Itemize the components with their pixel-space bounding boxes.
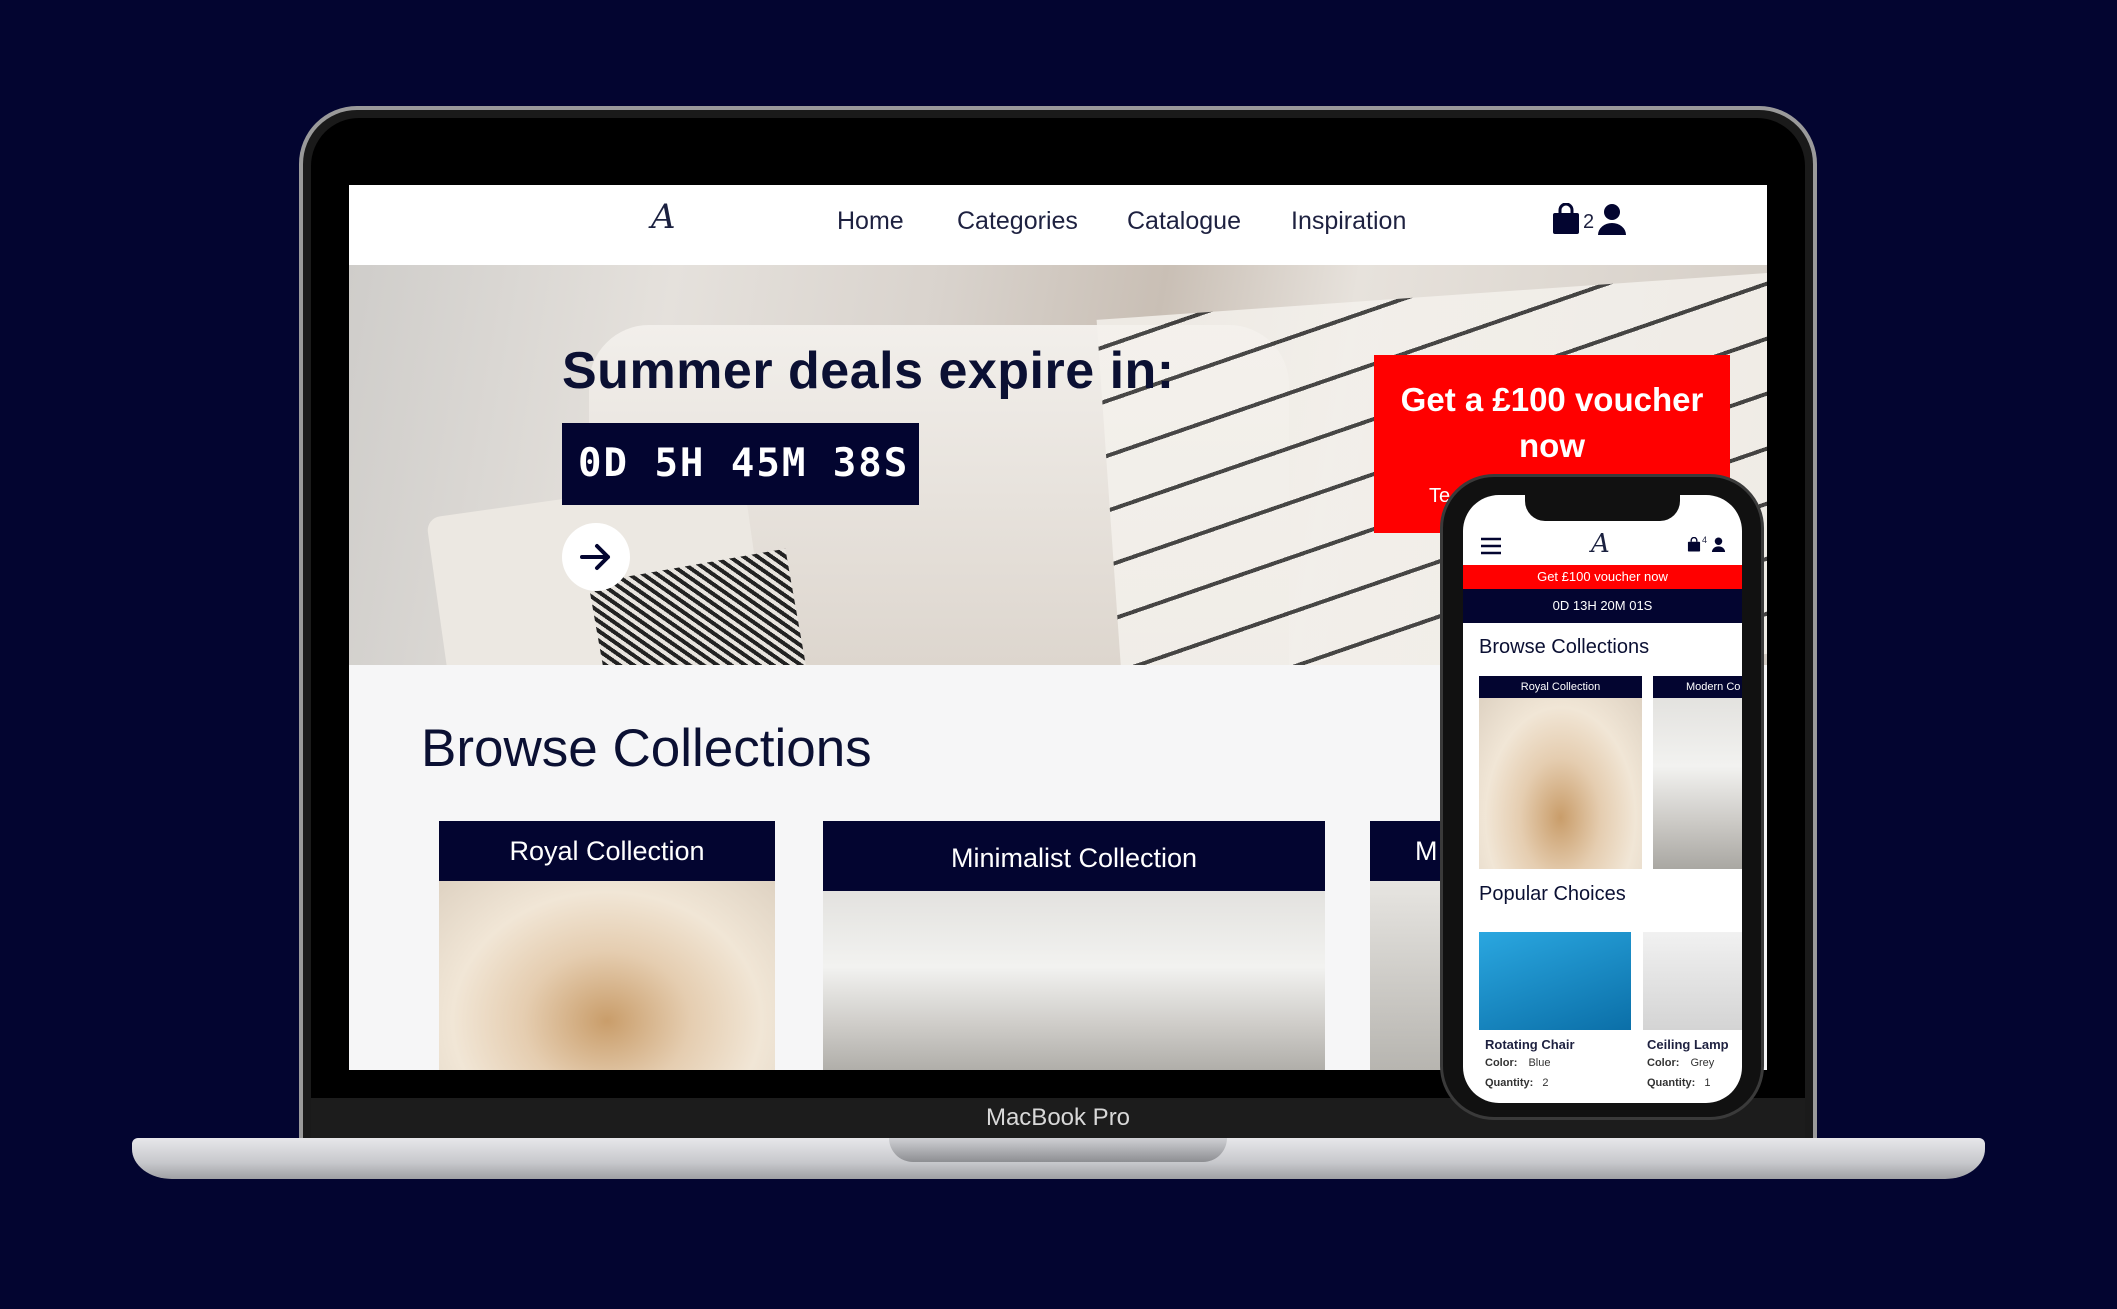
desktop-navbar: A Home Categories Catalogue Inspiration …: [349, 185, 1767, 265]
collection-image: [823, 891, 1325, 1070]
product-image-lamp: [1643, 932, 1742, 1030]
browse-collections-title: Browse Collections: [421, 719, 872, 778]
nav-catalogue[interactable]: Catalogue: [1127, 207, 1241, 236]
mobile-collection-title: Modern Co: [1653, 676, 1742, 698]
mobile-countdown: 0D 13H 20M 01S: [1463, 589, 1742, 623]
collection-card-minimalist[interactable]: Minimalist Collection: [823, 821, 1325, 1070]
product-image-chair: [1479, 932, 1631, 1030]
nav-categories[interactable]: Categories: [957, 207, 1078, 236]
nav-inspiration[interactable]: Inspiration: [1291, 207, 1406, 236]
collection-card-royal[interactable]: Royal Collection: [439, 821, 775, 1070]
mobile-user-icon[interactable]: [1711, 537, 1726, 557]
mobile-collection-card-modern[interactable]: Modern Co: [1653, 676, 1742, 869]
mobile-logo[interactable]: A: [1591, 529, 1610, 559]
product-quantity-label: Quantity:: [1485, 1077, 1534, 1089]
product-card-lamp[interactable]: Ceiling Lamp Color: Grey Quantity: 1: [1643, 932, 1742, 1103]
product-name: Ceiling Lamp: [1647, 1037, 1729, 1052]
product-name: Rotating Chair: [1485, 1037, 1575, 1052]
hero-arrow-button[interactable]: [562, 523, 630, 591]
countdown-timer: 0D 5H 45M 38S: [562, 423, 919, 505]
product-quantity-value[interactable]: 1: [1704, 1077, 1710, 1089]
product-quantity-label: Quantity:: [1647, 1077, 1696, 1089]
cart-icon[interactable]: [1551, 202, 1581, 240]
cart-count: 2: [1583, 211, 1595, 233]
product-color-label: Color:: [1485, 1057, 1518, 1069]
product-color-value: Blue: [1528, 1057, 1551, 1069]
mobile-voucher-banner[interactable]: Get £100 voucher now: [1463, 565, 1742, 589]
mobile-popular-title: Popular Choices: [1479, 883, 1626, 905]
product-card-chair[interactable]: Rotating Chair Color: Blue Quantity: 2: [1479, 932, 1631, 1103]
hero-title: Summer deals expire in:: [562, 342, 1175, 400]
mobile-cart-count: 4: [1702, 535, 1708, 545]
product-color-label: Color:: [1647, 1057, 1680, 1069]
phone-notch: [1525, 495, 1680, 521]
user-icon[interactable]: [1597, 203, 1627, 240]
collection-title: Minimalist Collection: [823, 821, 1325, 891]
mobile-collection-title: Royal Collection: [1479, 676, 1642, 698]
mobile-screen: A 4 Get £100 voucher now 0D 13H 20M 01S …: [1463, 495, 1742, 1103]
mobile-cart-icon[interactable]: [1687, 536, 1701, 557]
mobile-collection-image: [1479, 698, 1642, 869]
laptop-notch: [889, 1138, 1227, 1162]
collection-image: [439, 881, 775, 1070]
nav-home[interactable]: Home: [837, 207, 904, 236]
site-logo[interactable]: A: [651, 197, 676, 237]
collection-title: Royal Collection: [439, 821, 775, 881]
product-quantity-value[interactable]: 2: [1542, 1077, 1548, 1089]
voucher-text: Get a £100 voucher now: [1400, 381, 1704, 464]
arrow-right-icon: [580, 544, 610, 570]
mobile-collection-card-royal[interactable]: Royal Collection: [1479, 676, 1642, 869]
hamburger-menu-icon[interactable]: [1480, 537, 1502, 560]
product-color-value: Grey: [1690, 1057, 1715, 1069]
mobile-collection-image: [1653, 698, 1742, 869]
mobile-browse-title: Browse Collections: [1479, 636, 1650, 658]
